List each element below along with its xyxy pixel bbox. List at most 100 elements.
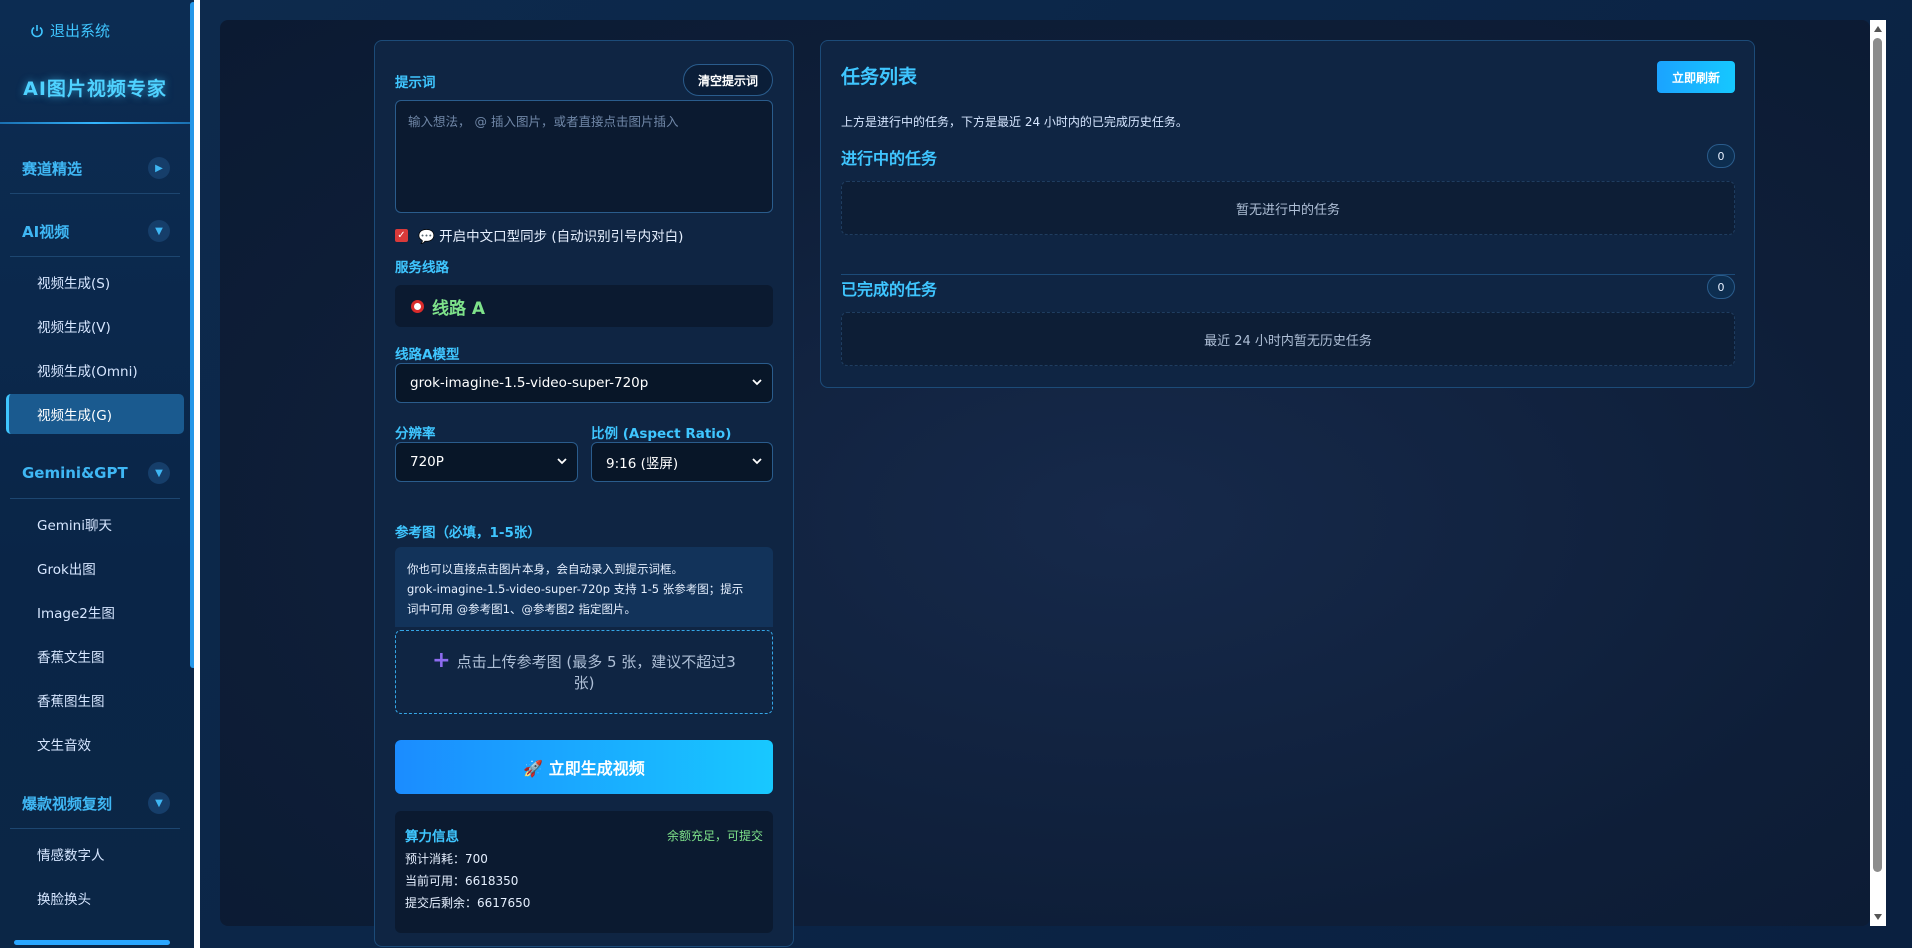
upload-text: 点击上传参考图 (最多 5 张，建议不超过3张) bbox=[456, 653, 736, 692]
section-divider bbox=[10, 193, 180, 194]
chevron-down-icon bbox=[557, 458, 567, 465]
sidebar-horizontal-scrollbar[interactable] bbox=[14, 940, 170, 945]
logout-button[interactable]: 退出系统 bbox=[30, 20, 110, 41]
sidebar-section-featured[interactable]: 赛道精选 ▶ bbox=[0, 143, 190, 193]
collapse-arrow-icon: ▼ bbox=[148, 220, 170, 242]
task-list-description: 上方是进行中的任务，下方是最近 24 小时内的已完成历史任务。 bbox=[841, 115, 1188, 129]
sidebar-item-video-s[interactable]: 视频生成(S) bbox=[6, 262, 184, 302]
running-empty-state: 暂无进行中的任务 bbox=[841, 181, 1735, 235]
route-selector[interactable]: 线路 A bbox=[395, 285, 773, 327]
prompt-placeholder: 输入想法， @ 插入图片，或者直接点击图片插入 bbox=[408, 114, 679, 129]
lip-sync-label: 💬 开启中文口型同步 (自动识别引号内对白) bbox=[418, 229, 684, 245]
sidebar-item-label: Image2生图 bbox=[37, 606, 115, 622]
reference-upload-area[interactable]: + 点击上传参考图 (最多 5 张，建议不超过3张) bbox=[395, 630, 773, 714]
done-count-badge: 0 bbox=[1707, 275, 1735, 299]
brand-divider bbox=[0, 122, 190, 124]
task-list-panel: 任务列表 立即刷新 上方是进行中的任务，下方是最近 24 小时内的已完成历史任务… bbox=[820, 40, 1755, 388]
sidebar-item-text2sound[interactable]: 文生音效 bbox=[6, 724, 184, 764]
reference-info: 你也可以直接点击图片本身，会自动录入到提示词框。 grok-imagine-1.… bbox=[395, 547, 773, 627]
resolution-select-value: 720P bbox=[410, 454, 444, 470]
done-empty-state: 最近 24 小时内暂无历史任务 bbox=[841, 312, 1735, 366]
route-value: 线路 A bbox=[432, 298, 486, 319]
sidebar-item-banana-text2img[interactable]: 香蕉文生图 bbox=[6, 636, 184, 676]
refresh-button[interactable]: 立即刷新 bbox=[1657, 61, 1735, 93]
done-tasks-title: 已完成的任务 bbox=[841, 280, 938, 299]
power-estimate: 预计消耗：700 bbox=[405, 852, 488, 866]
sidebar-item-label: 视频生成(V) bbox=[37, 320, 111, 336]
sidebar-section-ai-video[interactable]: AI视频 ▼ bbox=[0, 206, 190, 256]
main-scrollbar-thumb[interactable] bbox=[1873, 38, 1882, 872]
sidebar-section-viral-video[interactable]: 爆款视频复刻 ▼ bbox=[0, 778, 190, 828]
section-divider bbox=[10, 256, 180, 257]
chevron-down-icon bbox=[752, 458, 762, 465]
sidebar-item-video-g[interactable]: 视频生成(G) bbox=[6, 394, 184, 434]
running-tasks-title: 进行中的任务 bbox=[841, 149, 938, 168]
sidebar-item-image2[interactable]: Image2生图 bbox=[6, 592, 184, 632]
sidebar-section-label: 爆款视频复刻 bbox=[22, 794, 113, 813]
sidebar-item-label: 情感数字人 bbox=[37, 848, 105, 864]
chevron-down-icon bbox=[752, 379, 762, 386]
sidebar-item-label: 文生音效 bbox=[37, 738, 91, 754]
sidebar: 退出系统 AI图片视频专家 赛道精选 ▶ AI视频 ▼ 视频生成(S) 视频生成… bbox=[0, 0, 194, 948]
reference-label: 参考图（必填，1-5张） bbox=[395, 525, 541, 541]
ratio-label: 比例 (Aspect Ratio) bbox=[591, 426, 732, 442]
reference-info-line: grok-imagine-1.5-video-super-720p 支持 1-5… bbox=[407, 582, 744, 596]
sidebar-item-video-v[interactable]: 视频生成(V) bbox=[6, 306, 184, 346]
sidebar-section-gemini-gpt[interactable]: Gemini&GPT ▼ bbox=[0, 448, 190, 498]
power-icon bbox=[31, 24, 43, 37]
running-count-badge: 0 bbox=[1707, 144, 1735, 168]
sidebar-item-label: 香蕉图生图 bbox=[37, 694, 105, 710]
section-divider bbox=[841, 274, 1735, 275]
sidebar-item-emotion-avatar[interactable]: 情感数字人 bbox=[6, 834, 184, 874]
sidebar-item-label: 视频生成(Omni) bbox=[37, 364, 138, 380]
reference-info-line: 词中可用 @参考图1、@参考图2 指定图片。 bbox=[407, 602, 636, 616]
prompt-textarea[interactable]: 输入想法， @ 插入图片，或者直接点击图片插入 bbox=[395, 100, 773, 213]
radio-dot-icon bbox=[411, 299, 424, 313]
logout-label: 退出系统 bbox=[50, 22, 111, 40]
clear-prompt-button[interactable]: 清空提示词 bbox=[683, 64, 773, 96]
sidebar-section-label: AI视频 bbox=[22, 222, 70, 241]
reference-info-line: 你也可以直接点击图片本身，会自动录入到提示词框。 bbox=[407, 562, 683, 576]
generate-button-label: 🚀 立即生成视频 bbox=[523, 759, 645, 778]
sidebar-item-label: 香蕉文生图 bbox=[37, 650, 105, 666]
sidebar-item-label: 视频生成(S) bbox=[37, 276, 111, 292]
sidebar-item-label: 视频生成(G) bbox=[37, 408, 112, 424]
sidebar-item-gemini-chat[interactable]: Gemini聊天 bbox=[6, 504, 184, 544]
resolution-select[interactable]: 720P bbox=[395, 442, 578, 482]
collapse-arrow-icon: ▼ bbox=[148, 792, 170, 814]
sidebar-item-label: Grok出图 bbox=[37, 562, 96, 578]
brand-title: AI图片视频专家 bbox=[23, 78, 167, 100]
content-frame: 提示词 清空提示词 输入想法， @ 插入图片，或者直接点击图片插入 ✓ 💬 开启… bbox=[220, 20, 1870, 947]
sidebar-item-grok-image[interactable]: Grok出图 bbox=[6, 548, 184, 588]
scroll-up-arrow-icon[interactable] bbox=[1874, 26, 1882, 32]
power-info-panel: 算力信息 余额充足，可提交 预计消耗：700 当前可用：6618350 提交后剩… bbox=[395, 811, 773, 933]
collapse-arrow-icon: ▼ bbox=[148, 462, 170, 484]
scroll-down-arrow-icon[interactable] bbox=[1874, 914, 1882, 920]
task-list-title: 任务列表 bbox=[841, 66, 918, 88]
sidebar-item-label: 换脸换头 bbox=[37, 892, 91, 908]
ratio-select-value: 9:16 (竖屏) bbox=[606, 456, 679, 472]
plus-icon: + bbox=[432, 648, 451, 673]
model-select[interactable]: grok-imagine-1.5-video-super-720p bbox=[395, 363, 773, 403]
main-area: 提示词 清空提示词 输入想法， @ 插入图片，或者直接点击图片插入 ✓ 💬 开启… bbox=[200, 0, 1912, 948]
sidebar-item-video-omni[interactable]: 视频生成(Omni) bbox=[6, 350, 184, 390]
sidebar-item-label: Gemini聊天 bbox=[37, 518, 112, 534]
expand-arrow-icon: ▶ bbox=[148, 157, 170, 179]
lip-sync-option[interactable]: ✓ 💬 开启中文口型同步 (自动识别引号内对白) bbox=[395, 225, 683, 245]
sidebar-item-banana-img2img[interactable]: 香蕉图生图 bbox=[6, 680, 184, 720]
sidebar-item-face-swap[interactable]: 换脸换头 bbox=[6, 878, 184, 918]
power-after: 提交后剩余：6617650 bbox=[405, 896, 531, 910]
prompt-label: 提示词 bbox=[395, 75, 436, 91]
route-label: 服务线路 bbox=[395, 260, 449, 276]
power-status: 余额充足，可提交 bbox=[666, 829, 763, 843]
generation-form-panel: 提示词 清空提示词 输入想法， @ 插入图片，或者直接点击图片插入 ✓ 💬 开启… bbox=[374, 40, 794, 947]
section-divider bbox=[10, 828, 180, 829]
model-label: 线路A模型 bbox=[395, 347, 460, 363]
sidebar-section-label: 赛道精选 bbox=[22, 159, 83, 178]
sidebar-section-label: Gemini&GPT bbox=[22, 464, 128, 482]
model-select-value: grok-imagine-1.5-video-super-720p bbox=[410, 375, 649, 391]
generate-video-button[interactable]: 🚀 立即生成视频 bbox=[395, 740, 773, 794]
power-available: 当前可用：6618350 bbox=[405, 874, 519, 888]
lip-sync-checkbox[interactable]: ✓ bbox=[395, 228, 408, 242]
ratio-select[interactable]: 9:16 (竖屏) bbox=[591, 442, 773, 482]
